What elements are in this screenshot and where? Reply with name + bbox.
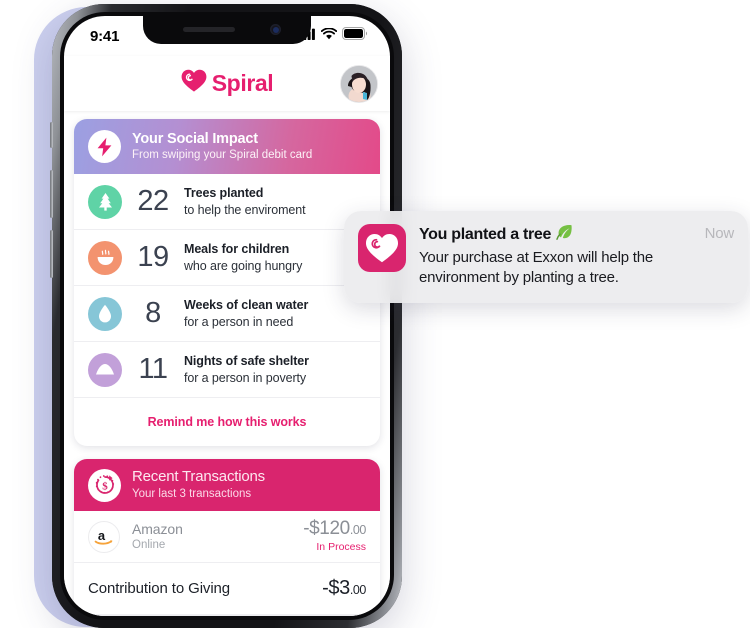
transaction-amount-group: -$3.00 (322, 577, 366, 600)
notification-body: You planted a tree Your purchase at Exxo… (419, 224, 692, 288)
social-impact-card: Your Social Impact From swiping your Spi… (74, 119, 380, 446)
impact-label-sub-shelter: for a person in poverty (184, 370, 307, 385)
impact-value-water: 8 (145, 297, 161, 329)
social-impact-card-header: Your Social Impact From swiping your Spi… (74, 119, 380, 174)
transaction-names: Contribution to Giving (88, 579, 322, 599)
impact-row-trees[interactable]: 22 Trees planted to help the enviroment (74, 174, 380, 230)
battery-icon (342, 27, 368, 45)
impact-label-meals: Meals for children who are going hungry (184, 241, 302, 275)
transaction-names: Amazon Online (132, 520, 303, 554)
phone-notch (143, 16, 311, 44)
cashback-dollar-icon: $ (88, 468, 121, 502)
notification-title-row: You planted a tree (419, 224, 692, 246)
push-notification[interactable]: You planted a tree Your purchase at Exxo… (344, 211, 748, 303)
transaction-amount-cents: .00 (349, 583, 367, 597)
impact-label-main-meals: Meals for children (184, 241, 290, 256)
svg-text:a: a (98, 528, 106, 543)
shelter-icon (88, 352, 122, 387)
app-content-scroll[interactable]: Your Social Impact From swiping your Spi… (64, 111, 390, 616)
volume-down-button[interactable] (50, 230, 53, 278)
notification-title: You planted a tree (419, 226, 552, 243)
tree-icon (88, 184, 122, 219)
impact-label-shelter: Nights of safe shelter for a person in p… (184, 353, 309, 387)
impact-label-main-water: Weeks of clean water (184, 297, 309, 312)
transaction-amount-cents: .00 (349, 523, 367, 538)
social-impact-card-header-text: Your Social Impact From swiping your Spi… (132, 130, 312, 163)
spiral-app-icon (358, 224, 406, 272)
silent-switch-button[interactable] (50, 122, 53, 148)
notification-message: Your purchase at Exxon will help the env… (419, 249, 654, 286)
brand-name: Spiral (211, 70, 274, 96)
phone-bezel: 9:41 Spiral Your Social Impact From swip… (60, 12, 394, 620)
meal-bowl-icon (88, 240, 122, 275)
impact-value-trees: 22 (137, 185, 169, 217)
impact-label-water: Weeks of clean water for a person in nee… (184, 297, 308, 331)
phone-device: 9:41 Spiral Your Social Impact From swip… (50, 4, 402, 628)
phone-screen: 9:41 Spiral Your Social Impact From swip… (64, 16, 390, 616)
lightning-bolt-icon (88, 130, 121, 163)
transaction-channel: Online (132, 538, 166, 551)
recent-transactions-header-text: Recent Transactions Your last 3 transact… (132, 468, 265, 502)
impact-row-shelter[interactable]: 11 Nights of safe shelter for a person i… (74, 342, 380, 398)
water-drop-icon (88, 296, 122, 331)
impact-value-shelter: 11 (138, 353, 168, 385)
svg-text:$: $ (102, 480, 108, 492)
transaction-amount-dollars: -$120 (303, 518, 350, 540)
social-impact-subtitle: From swiping your Spiral debit card (132, 149, 313, 162)
impact-label-sub-water: for a person in need (184, 314, 294, 329)
impact-row-water[interactable]: 8 Weeks of clean water for a person in n… (74, 286, 380, 342)
recent-transactions-title: Recent Transactions (132, 468, 265, 486)
spiral-heart-logo-icon (181, 69, 207, 98)
impact-label-sub-trees: to help the enviroment (184, 202, 306, 217)
impact-label-trees: Trees planted to help the enviroment (184, 185, 306, 219)
table-row[interactable]: Contribution to Giving -$3.00 (74, 563, 380, 615)
impact-label-main-shelter: Nights of safe shelter (184, 353, 309, 368)
avatar[interactable] (340, 65, 378, 103)
app-header: Spiral (64, 56, 390, 111)
remind-how-this-works-link[interactable]: Remind me how this works (148, 415, 307, 429)
volume-up-button[interactable] (50, 170, 53, 218)
impact-label-main-trees: Trees planted (184, 185, 264, 200)
remind-link-row: Remind me how this works (74, 398, 380, 446)
impact-label-sub-meals: who are going hungry (184, 258, 303, 273)
impact-row-meals[interactable]: 19 Meals for children who are going hung… (74, 230, 380, 286)
transaction-amount: -$120.00 (303, 518, 366, 540)
impact-value-meals: 19 (137, 241, 169, 273)
brand-logo: Spiral (181, 69, 274, 98)
transaction-amount-dollars: -$3 (322, 577, 350, 599)
earpiece-speaker-icon (183, 27, 235, 32)
status-badge: In Process (316, 541, 366, 554)
recent-transactions-card: $ Recent Transactions Your last 3 transa… (74, 459, 380, 615)
table-row[interactable]: a Amazon Online -$120.00 In Process (74, 511, 380, 563)
front-camera-icon (270, 24, 281, 35)
wifi-icon (320, 27, 338, 45)
transaction-merchant: Amazon (132, 520, 183, 537)
amazon-logo-icon: a (88, 520, 120, 553)
recent-transactions-card-header: $ Recent Transactions Your last 3 transa… (74, 459, 380, 511)
notification-timestamp: Now (704, 225, 735, 242)
social-impact-title: Your Social Impact (132, 130, 258, 147)
transaction-amount-group: -$120.00 In Process (303, 518, 366, 555)
status-time: 9:41 (90, 27, 120, 45)
leaf-emoji-icon (556, 224, 573, 246)
transaction-merchant: Contribution to Giving (88, 579, 231, 597)
transaction-amount: -$3.00 (322, 577, 366, 600)
recent-transactions-subtitle: Your last 3 transactions (132, 487, 252, 500)
